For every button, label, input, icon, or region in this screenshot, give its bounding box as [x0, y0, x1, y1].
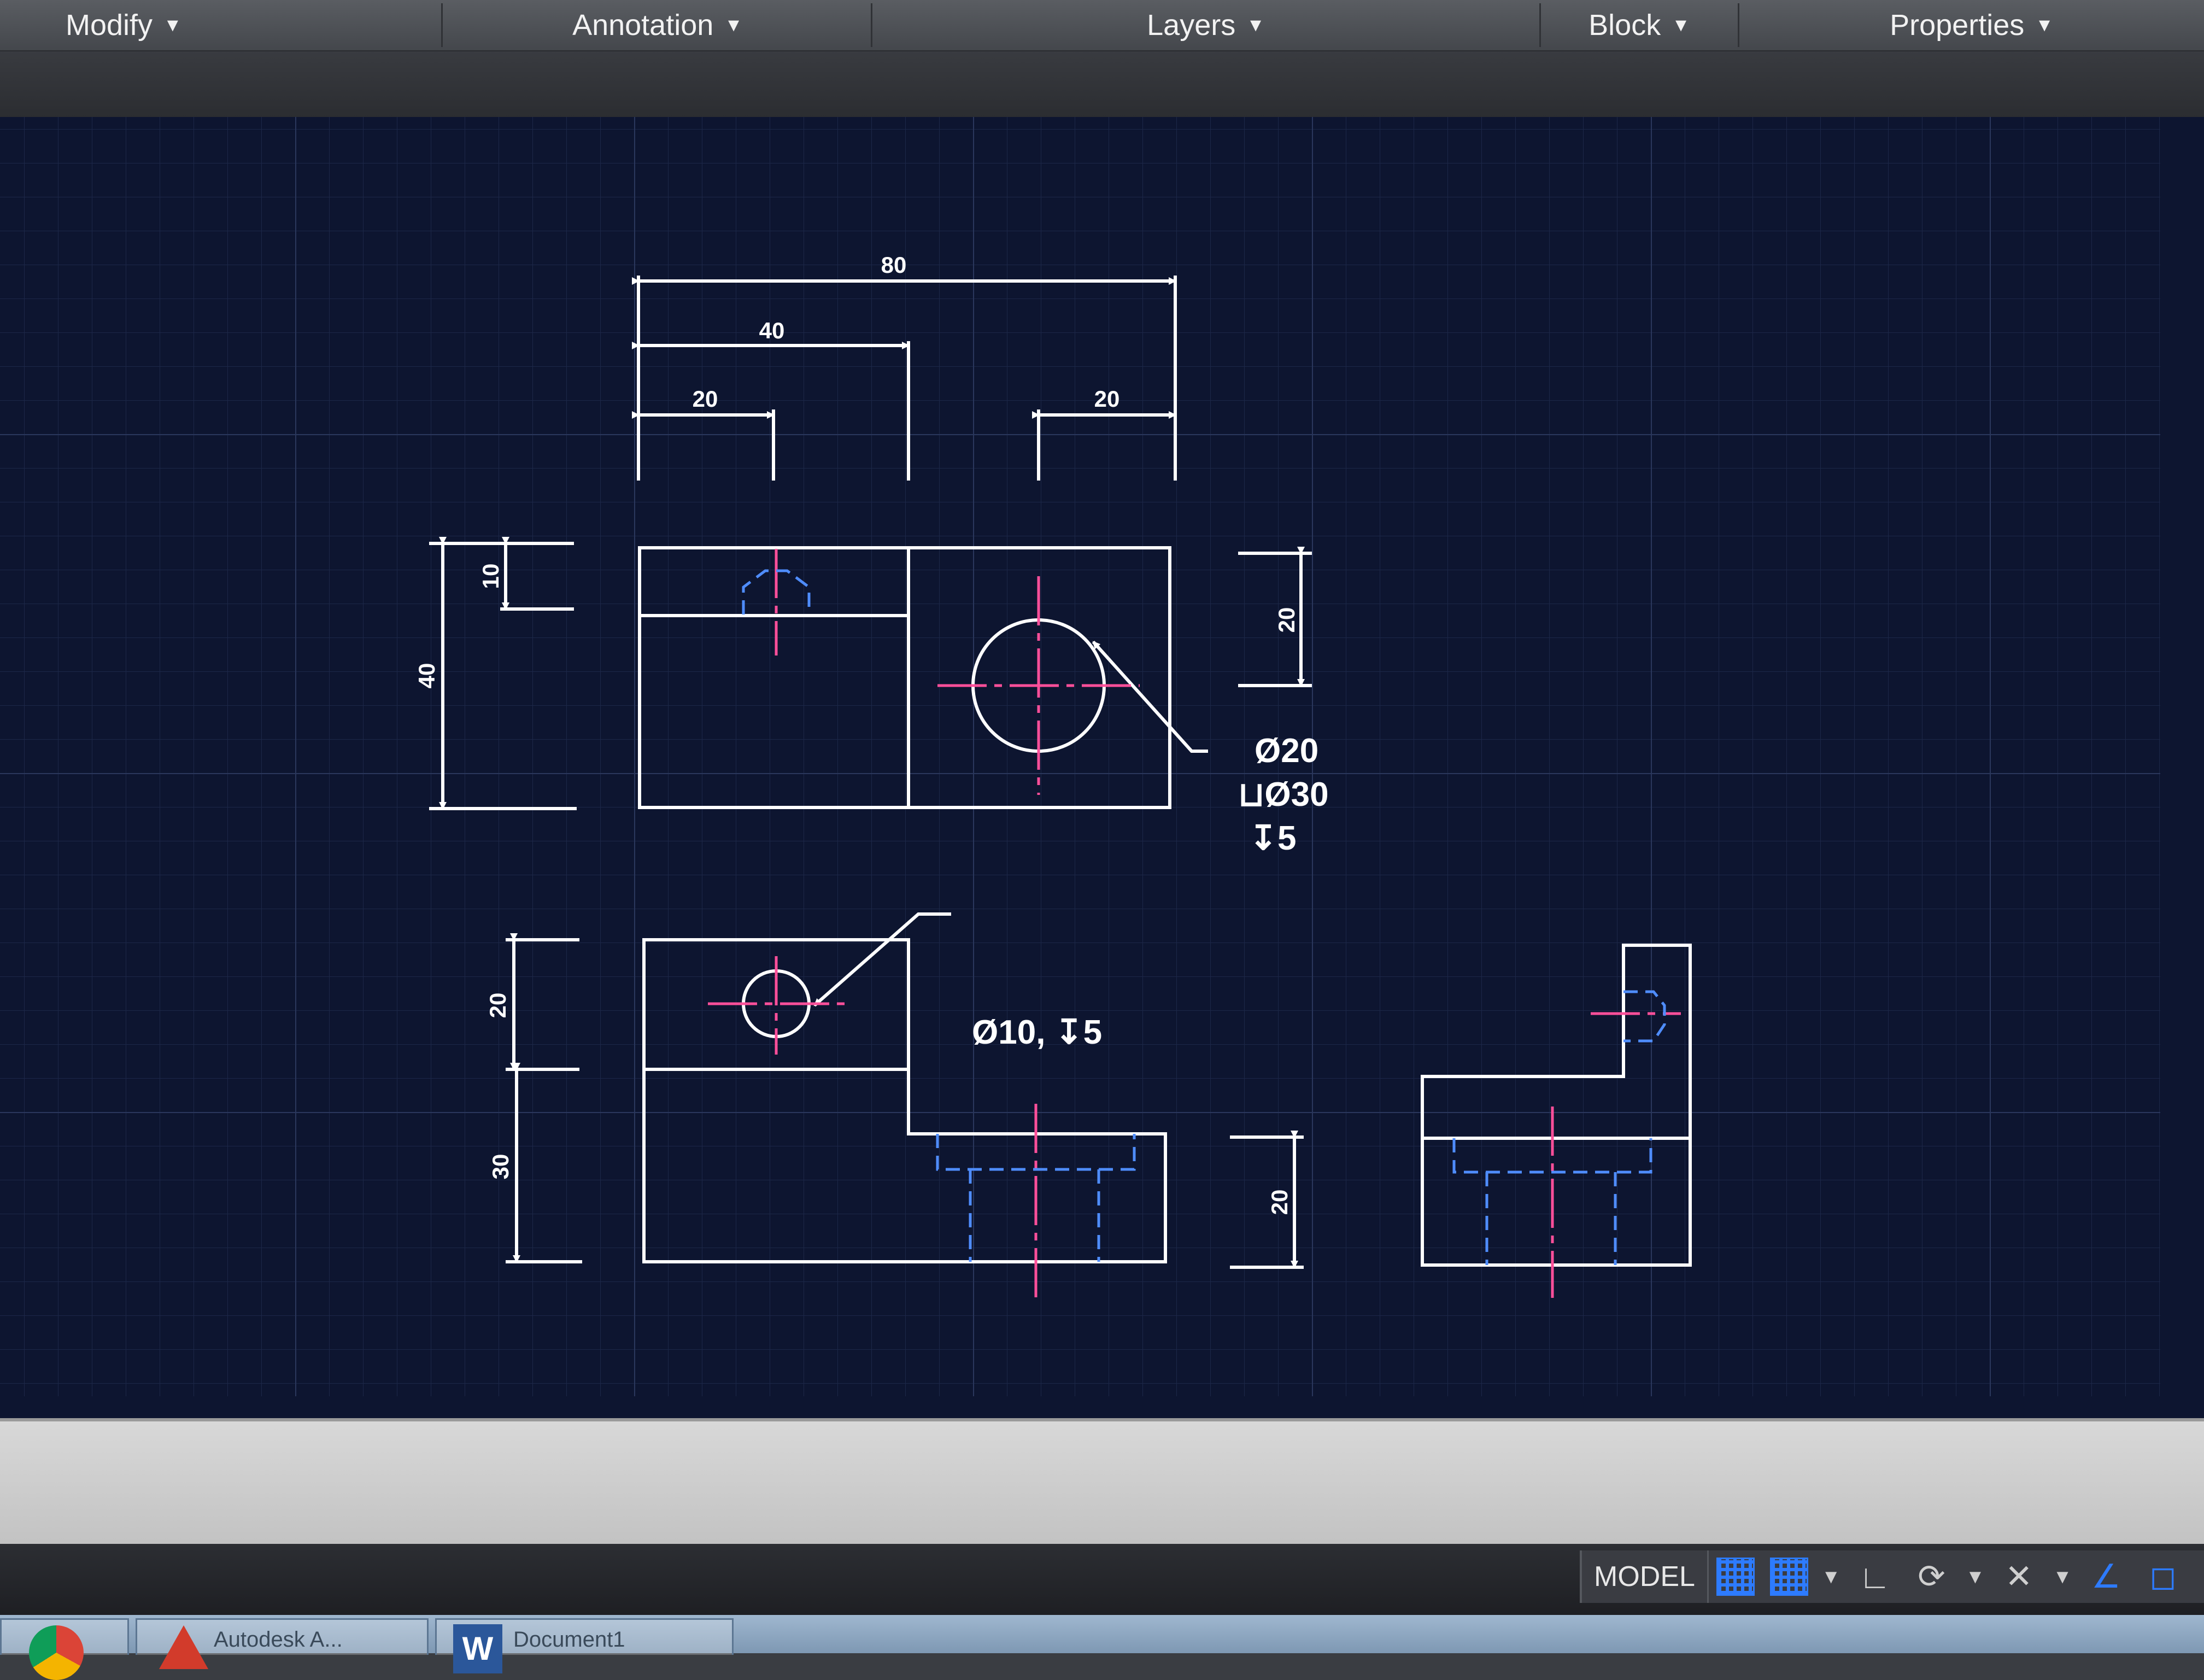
- autocad-icon: [159, 1625, 208, 1669]
- chevron-down-icon: ▼: [724, 14, 743, 36]
- panel-properties[interactable]: Properties ▼: [1739, 3, 2204, 47]
- command-line-area[interactable]: [0, 1418, 2204, 1547]
- grid: [0, 117, 2160, 1396]
- grid-icon[interactable]: [1716, 1558, 1755, 1596]
- status-tray: MODEL ▼ ∟ ⟳ ▼ ✕ ▼ ∠ ◻: [1580, 1550, 2204, 1603]
- status-bar: MODEL ▼ ∟ ⟳ ▼ ✕ ▼ ∠ ◻: [0, 1544, 2204, 1615]
- chrome-icon: [29, 1625, 84, 1680]
- word-icon: W: [453, 1624, 502, 1673]
- osnap-icon[interactable]: ✕: [1999, 1557, 2038, 1596]
- panel-properties-label: Properties: [1890, 9, 2025, 42]
- taskbar-autocad[interactable]: Autodesk A...: [136, 1618, 429, 1669]
- chevron-down-icon: ▼: [163, 14, 182, 36]
- callout-large-hole-dia: Ø20: [1255, 732, 1318, 770]
- taskbar-chrome[interactable]: [0, 1618, 129, 1680]
- taskbar: Autodesk A... W Document1: [0, 1615, 2204, 1680]
- chevron-down-icon[interactable]: ▼: [1821, 1565, 1841, 1588]
- chevron-down-icon: ▼: [1672, 14, 1690, 36]
- dim-top-overall: 80: [881, 252, 907, 278]
- taskbar-word[interactable]: W Document1: [435, 1618, 734, 1673]
- workspace-icon[interactable]: ◻: [2143, 1557, 2183, 1596]
- chevron-down-icon: ▼: [2035, 14, 2054, 36]
- dim-side-left-upper: 20: [485, 993, 511, 1018]
- ortho-icon[interactable]: ∟: [1855, 1557, 1895, 1596]
- panel-layers[interactable]: Layers ▼: [872, 3, 1541, 47]
- drawing-svg: 80 40 20 20 40 10 20 20 30 20 Ø20 ⊔Ø30 ↧…: [0, 117, 2160, 1396]
- dim-top-left-small: 20: [693, 386, 718, 412]
- dim-side-left-lower: 30: [488, 1154, 513, 1180]
- panel-annotation-label: Annotation: [572, 9, 714, 42]
- panel-annotation[interactable]: Annotation ▼: [444, 3, 872, 47]
- panel-layers-label: Layers: [1147, 9, 1236, 42]
- panel-block[interactable]: Block ▼: [1541, 3, 1739, 47]
- chevron-down-icon: ▼: [1246, 14, 1265, 36]
- panel-block-label: Block: [1588, 9, 1661, 42]
- taskbar-autocad-label: Autodesk A...: [214, 1628, 343, 1652]
- model-space-button[interactable]: MODEL: [1582, 1550, 1709, 1603]
- taskbar-word-label: Document1: [513, 1628, 625, 1652]
- dim-front-right: 20: [1274, 607, 1299, 633]
- polar-icon[interactable]: ⟳: [1912, 1557, 1951, 1596]
- callout-small-hole: Ø10, ↧5: [972, 1014, 1102, 1051]
- chevron-down-icon[interactable]: ▼: [2053, 1565, 2072, 1588]
- dim-top-mid: 40: [759, 318, 785, 343]
- angle-icon[interactable]: ∠: [2086, 1557, 2126, 1596]
- panel-modify-label: Modify: [66, 9, 153, 42]
- snap-icon[interactable]: [1769, 1558, 1808, 1596]
- panel-modify[interactable]: Modify ▼: [0, 3, 443, 47]
- dim-front-left-step: 10: [478, 564, 503, 589]
- ribbon-panel-bar: Modify ▼ Annotation ▼ Layers ▼ Block ▼ P…: [0, 0, 2204, 51]
- ribbon-gap: [0, 51, 2204, 117]
- chevron-down-icon[interactable]: ▼: [1966, 1565, 1985, 1588]
- callout-large-hole-depth: ↧5: [1249, 819, 1296, 857]
- drawing-canvas[interactable]: 80 40 20 20 40 10 20 20 30 20 Ø20 ⊔Ø30 ↧…: [0, 117, 2204, 1418]
- callout-large-hole-cbore: ⊔Ø30: [1238, 776, 1329, 813]
- dim-top-right-small: 20: [1094, 386, 1120, 412]
- dim-side-right: 20: [1267, 1190, 1292, 1215]
- dim-front-left-total: 40: [414, 663, 439, 689]
